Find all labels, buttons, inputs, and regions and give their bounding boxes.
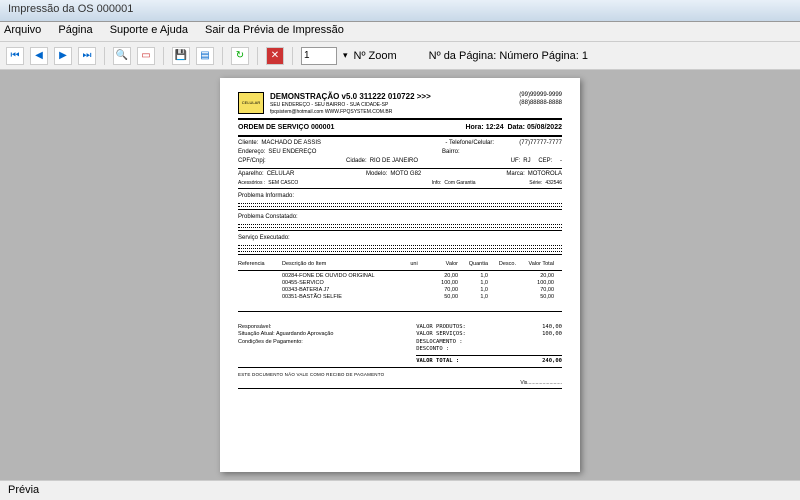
os-title: ORDEM DE SERVIÇO 000001 <box>238 123 334 132</box>
hora-value: 12:24 <box>486 124 504 131</box>
footer-note: ESTE DOCUMENTO NÃO VALE COMO RECIBO DE P… <box>238 372 562 378</box>
data-value: 05/08/2022 <box>527 124 562 131</box>
export-icon[interactable]: ▤ <box>196 47 214 65</box>
doc-email: fpqsistem@hotmail.com WWW.FPQSYSTEM.COM.… <box>270 109 513 116</box>
cliente-label: Cliente: <box>238 140 258 148</box>
cep-value: - <box>560 158 562 166</box>
info-value: Com Garantia <box>444 180 475 187</box>
nav-last-icon[interactable]: ⏭ <box>78 47 96 65</box>
menu-suporte[interactable]: Suporte e Ajuda <box>110 24 188 36</box>
menu-pagina[interactable]: Página <box>58 24 92 36</box>
visto-line: Vis......................... <box>238 380 562 387</box>
servico-executado-label: Serviço Executado: <box>238 235 562 243</box>
cpf-label: CPF/Cnpj: <box>238 158 266 166</box>
menu-sair[interactable]: Sair da Prévia de Impressão <box>205 24 344 36</box>
serie-value: 432546 <box>545 180 562 187</box>
serie-label: Série: <box>529 180 542 187</box>
nav-next-icon[interactable]: ▶ <box>54 47 72 65</box>
info-label: Info: <box>432 180 442 187</box>
situacao-value: Aguardando Aprovação <box>276 331 334 337</box>
menubar: Arquivo Página Suporte e Ajuda Sair da P… <box>0 22 800 42</box>
menu-arquivo[interactable]: Arquivo <box>4 24 41 36</box>
total-produtos-value: 140,00 <box>542 324 562 331</box>
condicoes-label: Condições de Pagamento: <box>238 339 416 346</box>
hora-label: Hora: <box>465 124 483 131</box>
endereco-label: Endereço: <box>238 149 265 157</box>
problema-informado-label: Problema Informado: <box>238 193 562 201</box>
deslocamento-label: DESLOCAMENTO : <box>416 339 462 346</box>
situacao-label: Situação Atual: <box>238 331 275 337</box>
acess-value: SEM CASCO <box>268 180 298 187</box>
modelo-label: Modelo: <box>366 171 387 179</box>
uf-label: UF: <box>511 158 521 166</box>
total-produtos-label: VALOR PRODUTOS: <box>416 324 466 331</box>
page-setup-icon[interactable]: ▭ <box>137 47 155 65</box>
data-label: Data: <box>507 124 525 131</box>
window-titlebar: Impressão da OS 000001 <box>0 0 800 22</box>
toolbar: ⏮ ◀ ▶ ⏭ 🔍 ▭ 💾 ▤ ↻ ✕ ▾ Nº Zoom Nº da Pági… <box>0 42 800 70</box>
valor-total-value: 240,00 <box>542 358 562 365</box>
cep-label: CEP: <box>538 158 552 166</box>
total-servicos-value: 100,00 <box>542 331 562 338</box>
uf-value: RJ <box>523 158 530 166</box>
valor-total-label: VALOR TOTAL : <box>416 358 459 365</box>
desconto-label: DESCONTO : <box>416 346 449 353</box>
doc-title: DEMONSTRAÇÃO v5.0 311222 010722 >>> <box>270 92 513 102</box>
item-row: 00284-FONE DE OUVIDO ORIGINAL20,001,020,… <box>238 273 562 280</box>
tel-label: - Telefone/Celular: <box>445 140 494 148</box>
cidade-value: RIO DE JANEIRO <box>370 158 418 166</box>
zoom-tool-icon[interactable]: 🔍 <box>113 47 131 65</box>
acess-label: Acessórios : <box>238 180 265 187</box>
nav-prev-icon[interactable]: ◀ <box>30 47 48 65</box>
nav-first-icon[interactable]: ⏮ <box>6 47 24 65</box>
item-row: 00455-SERVICO100,001,0100,00 <box>238 280 562 287</box>
statusbar: Prévia <box>0 480 800 500</box>
doc-phone1: (99)99999-9999 <box>519 92 562 100</box>
page-info-label: Nº da Página: Número Página: 1 <box>429 50 588 62</box>
marca-label: Marca: <box>506 171 524 179</box>
cidade-label: Cidade: <box>346 158 367 166</box>
cliente-value: MACHADO DE ASSIS <box>261 140 321 148</box>
endereco-value: SEU ENDEREÇO <box>268 149 316 157</box>
responsavel-label: Responsável: <box>238 324 416 331</box>
page-number-input[interactable] <box>301 47 337 65</box>
bairro-label: Bairro: <box>442 149 460 157</box>
total-servicos-label: VALOR SERVIÇOS: <box>416 331 466 338</box>
zoom-label: Nº Zoom <box>354 50 397 62</box>
company-logo: CELULAR <box>238 92 264 114</box>
item-row: 00351-BASTÃO SELFIE50,001,050,00 <box>238 294 562 301</box>
marca-value: MOTOROLA <box>528 171 562 179</box>
modelo-value: MOTO G82 <box>390 171 421 179</box>
doc-phone2: (88)88888-8888 <box>519 100 562 108</box>
document-page: CELULAR DEMONSTRAÇÃO v5.0 311222 010722 … <box>220 78 580 472</box>
aparelho-value: CELULAR <box>267 171 295 179</box>
close-icon[interactable]: ✕ <box>266 47 284 65</box>
aparelho-label: Aparelho: <box>238 171 264 179</box>
preview-viewport[interactable]: CELULAR DEMONSTRAÇÃO v5.0 311222 010722 … <box>0 70 800 480</box>
refresh-icon[interactable]: ↻ <box>231 47 249 65</box>
problema-constatado-label: Problema Constatado: <box>238 214 562 222</box>
items-header: Referencia Descrição do Item uni Valor Q… <box>238 261 562 268</box>
tel-value: (77)77777-7777 <box>502 140 562 148</box>
save-icon[interactable]: 💾 <box>172 47 190 65</box>
